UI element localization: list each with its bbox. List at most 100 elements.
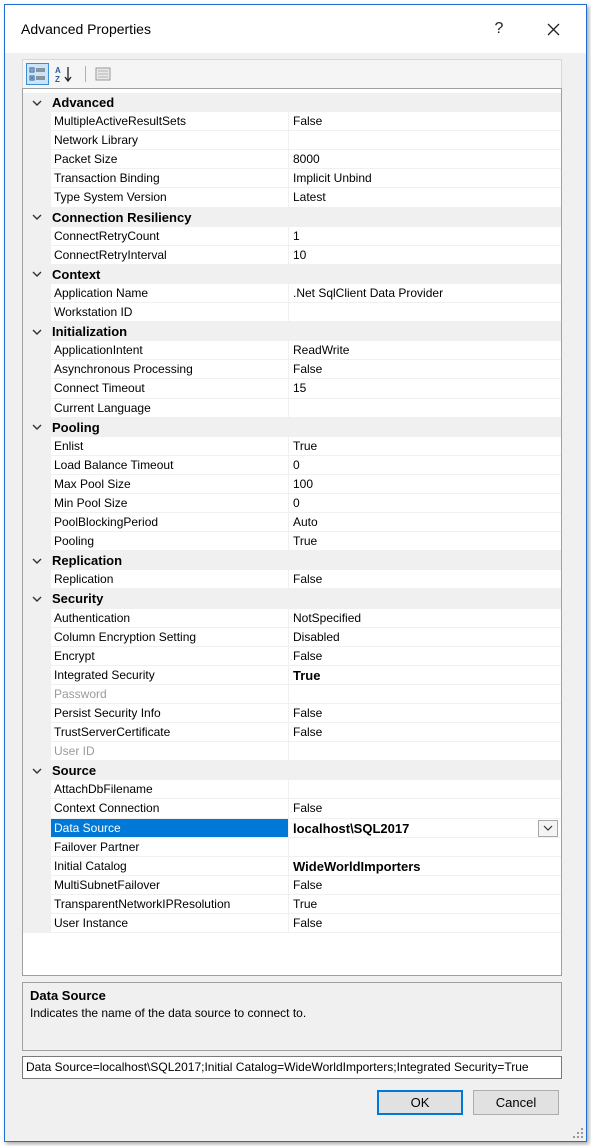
alphabetical-button[interactable]: A Z xyxy=(52,63,75,85)
property-value[interactable]: 100 xyxy=(289,475,561,494)
property-name[interactable]: Type System Version xyxy=(51,188,289,208)
category-row[interactable]: Initialization xyxy=(23,322,561,342)
property-value[interactable]: ReadWrite xyxy=(289,341,561,361)
category-row[interactable]: Connection Resiliency xyxy=(23,207,561,227)
property-name[interactable]: Workstation ID xyxy=(51,303,289,323)
category-row[interactable]: Security xyxy=(23,589,561,609)
property-row[interactable]: Packet Size 8000 xyxy=(23,150,561,170)
property-row[interactable]: User ID xyxy=(23,742,561,762)
property-row[interactable]: Initial Catalog WideWorldImporters xyxy=(23,856,561,876)
collapse-toggle[interactable] xyxy=(23,761,51,780)
property-value[interactable] xyxy=(289,399,561,418)
property-name[interactable]: Connect Timeout xyxy=(51,379,289,399)
property-row[interactable]: Type System Version Latest xyxy=(23,188,561,208)
property-name[interactable]: Packet Size xyxy=(51,150,289,170)
property-value[interactable]: Latest xyxy=(289,188,561,208)
property-name[interactable]: User Instance xyxy=(51,914,289,934)
property-value[interactable]: False xyxy=(289,360,561,380)
property-row[interactable]: Password xyxy=(23,684,561,704)
property-row[interactable]: AttachDbFilename xyxy=(23,780,561,800)
property-row[interactable]: Network Library xyxy=(23,131,561,151)
property-name[interactable]: Initial Catalog xyxy=(51,856,289,876)
property-value[interactable]: 1 xyxy=(289,227,561,246)
property-row[interactable]: Encrypt False xyxy=(23,646,561,666)
property-name[interactable]: Integrated Security xyxy=(51,665,289,685)
property-row[interactable]: ApplicationIntent ReadWrite xyxy=(23,341,561,361)
property-name[interactable]: Application Name xyxy=(51,283,289,304)
property-row[interactable]: Column Encryption Setting Disabled xyxy=(23,627,561,647)
property-row[interactable]: Context Connection False xyxy=(23,799,561,819)
property-value[interactable]: localhost\SQL2017 xyxy=(289,819,561,838)
collapse-toggle[interactable] xyxy=(23,208,51,227)
property-name[interactable]: Transaction Binding xyxy=(51,169,289,189)
categorized-button[interactable] xyxy=(26,63,49,85)
property-value[interactable]: 8000 xyxy=(289,150,561,170)
property-name[interactable]: Enlist xyxy=(51,436,289,456)
property-value[interactable]: WideWorldImporters xyxy=(289,857,561,876)
property-value[interactable]: 15 xyxy=(289,379,561,399)
property-name[interactable]: TransparentNetworkIPResolution xyxy=(51,894,289,915)
property-name[interactable]: Replication xyxy=(51,570,289,590)
property-name[interactable]: MultiSubnetFailover xyxy=(51,875,289,895)
property-name[interactable]: Password xyxy=(51,684,289,704)
property-value[interactable]: .Net SqlClient Data Provider xyxy=(289,284,561,304)
property-value[interactable]: 10 xyxy=(289,246,561,265)
property-value[interactable]: True xyxy=(289,437,561,456)
category-row[interactable]: Source xyxy=(23,761,561,781)
property-row[interactable]: PoolBlockingPeriod Auto xyxy=(23,513,561,533)
property-value[interactable]: False xyxy=(289,723,561,743)
property-name[interactable]: Column Encryption Setting xyxy=(51,627,289,647)
close-button[interactable] xyxy=(530,13,576,45)
property-row[interactable]: Integrated Security True xyxy=(23,665,561,685)
property-row[interactable]: Workstation ID xyxy=(23,303,561,323)
property-pages-button[interactable] xyxy=(91,63,114,85)
property-name[interactable]: Min Pool Size xyxy=(51,493,289,514)
property-row[interactable]: Failover Partner xyxy=(23,837,561,857)
property-row[interactable]: Authentication NotSpecified xyxy=(23,608,561,628)
value-dropdown-button[interactable] xyxy=(538,819,558,837)
property-name[interactable]: TrustServerCertificate xyxy=(51,723,289,743)
property-row[interactable]: MultipleActiveResultSets False xyxy=(23,112,561,132)
property-row[interactable]: Min Pool Size 0 xyxy=(23,493,561,514)
property-name[interactable]: Encrypt xyxy=(51,646,289,666)
property-name[interactable]: Persist Security Info xyxy=(51,704,289,724)
property-value[interactable]: False xyxy=(289,647,561,666)
collapse-toggle[interactable] xyxy=(23,93,51,112)
property-name[interactable]: Pooling xyxy=(51,532,289,552)
property-row[interactable]: User Instance False xyxy=(23,914,561,934)
property-row[interactable]: TransparentNetworkIPResolution True xyxy=(23,894,561,915)
property-value[interactable] xyxy=(289,838,561,857)
property-value[interactable]: Implicit Unbind xyxy=(289,169,561,189)
property-value[interactable]: True xyxy=(289,532,561,552)
property-value[interactable]: False xyxy=(289,799,561,819)
property-name[interactable]: AttachDbFilename xyxy=(51,780,289,800)
property-row[interactable]: Replication False xyxy=(23,570,561,590)
property-name[interactable]: ConnectRetryInterval xyxy=(51,245,289,265)
property-name[interactable]: Asynchronous Processing xyxy=(51,360,289,380)
property-row[interactable]: Transaction Binding Implicit Unbind xyxy=(23,169,561,189)
property-name[interactable]: Network Library xyxy=(51,131,289,151)
property-value[interactable] xyxy=(289,780,561,800)
property-row[interactable]: Application Name .Net SqlClient Data Prov… xyxy=(23,283,561,304)
resize-grip-icon[interactable] xyxy=(572,1127,584,1139)
collapse-toggle[interactable] xyxy=(23,265,51,284)
property-row[interactable]: Max Pool Size 100 xyxy=(23,474,561,494)
property-value[interactable]: 0 xyxy=(289,456,561,475)
category-row[interactable]: Pooling xyxy=(23,417,561,437)
property-name[interactable]: Load Balance Timeout xyxy=(51,455,289,475)
property-name[interactable]: Context Connection xyxy=(51,799,289,819)
property-row[interactable]: Persist Security Info False xyxy=(23,704,561,724)
category-row[interactable]: Advanced xyxy=(23,93,561,113)
property-row[interactable]: Data Source localhost\SQL2017 xyxy=(23,818,561,838)
property-value[interactable]: False xyxy=(289,876,561,895)
ok-button[interactable]: OK xyxy=(377,1090,463,1115)
property-value[interactable]: False xyxy=(289,570,561,590)
property-name[interactable]: MultipleActiveResultSets xyxy=(51,112,289,132)
property-value[interactable] xyxy=(289,742,561,762)
property-value[interactable]: Disabled xyxy=(289,628,561,647)
property-row[interactable]: MultiSubnetFailover False xyxy=(23,875,561,895)
property-name[interactable]: User ID xyxy=(51,742,289,762)
property-value[interactable] xyxy=(289,303,561,323)
property-name[interactable]: ConnectRetryCount xyxy=(51,226,289,246)
help-button[interactable]: ? xyxy=(476,13,522,45)
